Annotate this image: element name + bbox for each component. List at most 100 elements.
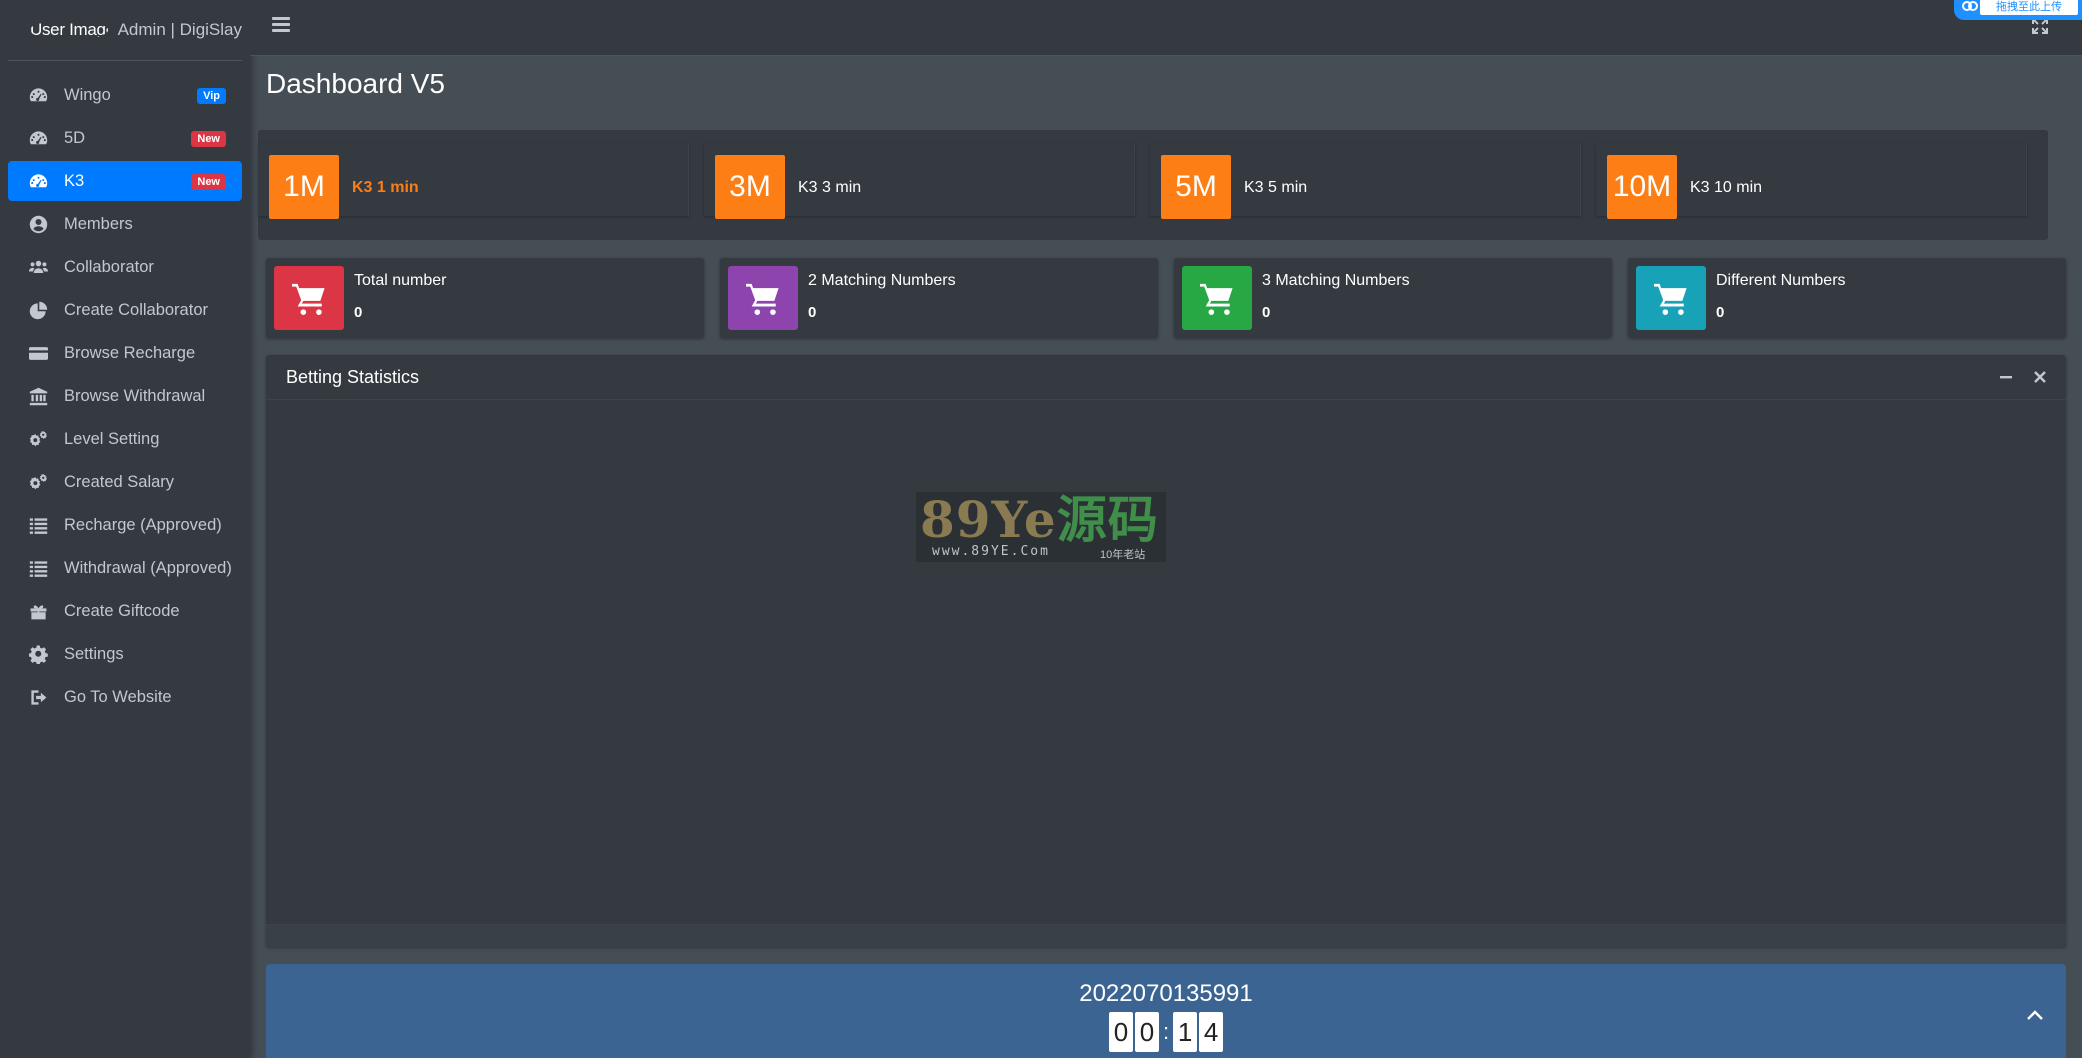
sidebar-item-k3[interactable]: K3 New bbox=[8, 161, 242, 201]
shopping-cart-icon bbox=[274, 266, 344, 330]
sidebar-item-label: Members bbox=[64, 214, 133, 233]
shopping-cart-icon bbox=[1636, 266, 1706, 330]
game-icon: 5M bbox=[1161, 155, 1231, 219]
stat-label: 2 Matching Numbers bbox=[808, 272, 956, 289]
stat-value: 0 bbox=[354, 304, 363, 321]
gear-icon bbox=[28, 645, 48, 664]
shopping-cart-icon bbox=[1182, 266, 1252, 330]
list-icon bbox=[28, 559, 48, 577]
sidebar-item-withdrawal-approved[interactable]: Withdrawal (Approved) bbox=[8, 548, 242, 588]
game-label: K3 10 min bbox=[1690, 179, 1763, 196]
sidebar-item-label: 5D bbox=[64, 128, 86, 147]
watermark-tag: 10年老站 bbox=[1100, 549, 1146, 561]
sidebar-item-label: Collaborator bbox=[64, 257, 154, 276]
tachometer-icon bbox=[28, 172, 48, 190]
cogs-icon bbox=[28, 473, 48, 491]
sidebar-item-label: Go To Website bbox=[64, 687, 172, 706]
tachometer-icon bbox=[28, 129, 48, 147]
sidebar-item-collaborator[interactable]: Collaborator bbox=[8, 247, 242, 287]
sidebar-item-created-salary[interactable]: Created Salary bbox=[8, 462, 242, 502]
page-title: Dashboard V5 bbox=[266, 68, 446, 99]
card-title: Betting Statistics bbox=[286, 367, 420, 387]
sidebar-item-recharge-approved[interactable]: Recharge (Approved) bbox=[8, 505, 242, 545]
sidebar-item-wingo[interactable]: Wingo Vip bbox=[8, 75, 242, 115]
timer-digit: 0 bbox=[1134, 1012, 1159, 1052]
game-icon: 10M bbox=[1607, 155, 1677, 219]
period-panel: 2022070135991 0 0 : 1 4 bbox=[266, 964, 2066, 1058]
vip-badge: Vip bbox=[197, 88, 226, 104]
game-k3-1min[interactable]: 1M K3 1 min bbox=[258, 144, 689, 219]
main-sidebar: User Image Admin | DigiSlay Wingo Vip 5D… bbox=[0, 0, 250, 1058]
card-header: Betting Statistics bbox=[266, 355, 2066, 400]
sidebar-item-label: Created Salary bbox=[64, 472, 175, 491]
sidebar-item-level-setting[interactable]: Level Setting bbox=[8, 419, 242, 459]
new-badge: New bbox=[191, 131, 226, 147]
game-icon: 1M bbox=[269, 155, 339, 219]
stat-different-numbers: Different Numbers 0 bbox=[1628, 258, 2066, 338]
sidebar-item-label: Level Setting bbox=[64, 429, 160, 448]
watermark-cn: 源码 bbox=[1056, 490, 1159, 549]
sidebar-item-go-to-website[interactable]: Go To Website bbox=[8, 677, 242, 717]
stat-label: Different Numbers bbox=[1716, 272, 1846, 289]
sidebar-item-label: Recharge (Approved) bbox=[64, 515, 222, 534]
sidebar-item-label: Wingo bbox=[64, 85, 111, 104]
timer-digit: 4 bbox=[1199, 1012, 1224, 1052]
shopping-cart-icon bbox=[728, 266, 798, 330]
chevron-up-icon[interactable] bbox=[2026, 1008, 2044, 1022]
sidebar-item-label: Create Giftcode bbox=[64, 601, 180, 620]
new-badge: New bbox=[191, 174, 226, 190]
game-icon: 3M bbox=[715, 155, 785, 219]
game-k3-3min[interactable]: 3M K3 3 min bbox=[704, 144, 1135, 219]
timer-colon: : bbox=[1162, 1019, 1170, 1044]
brand-title: Admin | DigiSlay bbox=[117, 20, 242, 39]
tachometer-icon bbox=[28, 86, 48, 104]
sidebar-item-label: Create Collaborator bbox=[64, 300, 208, 319]
cogs-icon bbox=[28, 430, 48, 448]
stat-value: 0 bbox=[1716, 304, 1725, 321]
watermark-logo: 89Ye源码 www.89YE.Com 10年老站 bbox=[916, 492, 1166, 562]
sidebar-item-label: Settings bbox=[64, 644, 124, 663]
user-image: User Image bbox=[30, 20, 108, 39]
sidebar-nav: Wingo Vip 5D New K3 New Members Collabor… bbox=[0, 61, 250, 717]
sidebar-item-5d[interactable]: 5D New bbox=[8, 118, 242, 158]
bank-icon bbox=[28, 387, 48, 405]
game-label: K3 3 min bbox=[798, 179, 862, 196]
fullscreen-icon[interactable] bbox=[2032, 18, 2048, 34]
cloud-upload-button[interactable]: 拖拽至此上传 bbox=[1954, 0, 2082, 20]
game-selector: 1M K3 1 min 3M K3 3 min 5M K3 5 min 10M … bbox=[258, 130, 2048, 240]
cloud-icon bbox=[1962, 1, 1978, 11]
stat-2-matching: 2 Matching Numbers 0 bbox=[720, 258, 1158, 338]
game-k3-10min[interactable]: 10M K3 10 min bbox=[1596, 144, 2027, 219]
sidebar-item-create-giftcode[interactable]: Create Giftcode bbox=[8, 591, 242, 631]
stat-value: 0 bbox=[808, 304, 817, 321]
sidebar-item-label: Browse Recharge bbox=[64, 343, 196, 362]
sidebar-item-label: K3 bbox=[64, 171, 85, 190]
stat-label: Total number bbox=[354, 272, 447, 289]
minus-icon[interactable] bbox=[1996, 367, 2016, 387]
watermark-text: 89Ye bbox=[920, 490, 1057, 549]
sidebar-item-settings[interactable]: Settings bbox=[8, 634, 242, 674]
sidebar-item-browse-recharge[interactable]: Browse Recharge bbox=[8, 333, 242, 373]
users-icon bbox=[28, 258, 48, 276]
stat-label: 3 Matching Numbers bbox=[1262, 272, 1410, 289]
main-header: 拖拽至此上传 bbox=[250, 0, 2082, 56]
betting-statistics-card: Betting Statistics bbox=[266, 355, 2066, 947]
period-number: 2022070135991 bbox=[1079, 980, 1253, 1007]
game-label: K3 1 min bbox=[352, 179, 419, 196]
sidebar-item-label: Browse Withdrawal bbox=[64, 386, 206, 405]
timer-digit: 0 bbox=[1108, 1012, 1133, 1052]
timer-digit: 1 bbox=[1173, 1012, 1198, 1052]
brand-link[interactable]: User Image Admin | DigiSlay bbox=[8, 0, 242, 61]
menu-toggle-icon[interactable] bbox=[272, 17, 290, 33]
user-circle-icon bbox=[28, 215, 48, 233]
sidebar-item-create-collaborator[interactable]: Create Collaborator bbox=[8, 290, 242, 330]
sidebar-item-members[interactable]: Members bbox=[8, 204, 242, 244]
stat-total-number: Total number 0 bbox=[266, 258, 704, 338]
game-k3-5min[interactable]: 5M K3 5 min bbox=[1150, 144, 1581, 219]
card-footer bbox=[266, 924, 2066, 947]
countdown-timer: 0 0 : 1 4 bbox=[266, 1012, 2066, 1052]
close-icon[interactable] bbox=[2030, 367, 2050, 387]
watermark-url: www.89YE.Com bbox=[932, 544, 1050, 559]
stat-3-matching: 3 Matching Numbers 0 bbox=[1174, 258, 1612, 338]
sidebar-item-browse-withdrawal[interactable]: Browse Withdrawal bbox=[8, 376, 242, 416]
